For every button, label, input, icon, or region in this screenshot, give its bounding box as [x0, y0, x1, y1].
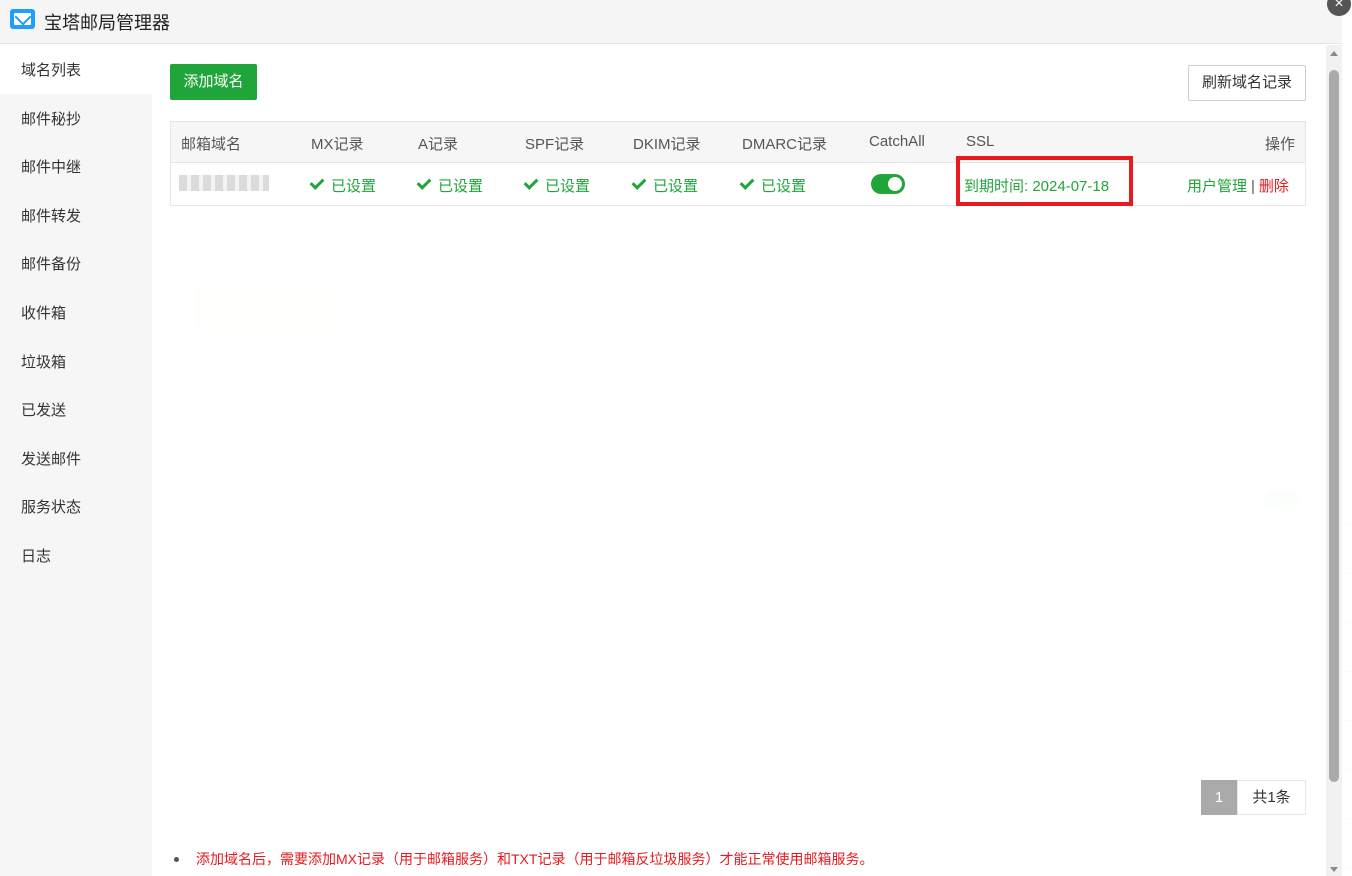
page-current[interactable]: 1 — [1201, 780, 1237, 815]
domain-name-redacted — [179, 175, 269, 195]
sidebar-item-domain-list[interactable]: 域名列表 — [0, 45, 152, 94]
sidebar-item-logs[interactable]: 日志 — [0, 531, 152, 580]
add-domain-button[interactable]: 添加域名 — [170, 64, 257, 100]
check-icon — [416, 175, 432, 190]
header-ssl: SSL — [966, 133, 995, 150]
header-catchall: CatchAll — [869, 133, 925, 150]
main-content: 添加域名 刷新域名记录 邮箱域名 MX记录 A记录 SPF记录 DKIM记录 D… — [152, 45, 1326, 876]
dkim-status: 已设置 — [631, 175, 698, 196]
row-actions: 用户管理 | 删除 — [1187, 175, 1289, 196]
header-mx: MX记录 — [311, 136, 364, 153]
sidebar-item-mail-forward[interactable]: 邮件转发 — [0, 191, 152, 240]
sidebar-item-service-status[interactable]: 服务状态 — [0, 482, 152, 531]
vertical-scrollbar[interactable] — [1326, 45, 1342, 876]
window-title: 宝塔邮局管理器 — [44, 13, 170, 33]
mail-manager-window: 宝塔邮局管理器 × 域名列表 邮件秘抄 邮件中继 邮件转发 邮件备份 收件箱 垃… — [0, 0, 1351, 876]
sidebar-item-mail-bcc[interactable]: 邮件秘抄 — [0, 94, 152, 143]
title-bar: 宝塔邮局管理器 — [0, 0, 1342, 44]
check-icon — [309, 175, 325, 190]
header-dmarc: DMARC记录 — [742, 136, 827, 153]
mx-status: 已设置 — [309, 175, 376, 196]
sidebar: 域名列表 邮件秘抄 邮件中继 邮件转发 邮件备份 收件箱 垃圾箱 已发送 发送邮… — [0, 45, 152, 876]
header-a: A记录 — [418, 136, 459, 153]
dmarc-status: 已设置 — [739, 175, 806, 196]
action-separator: | — [1251, 178, 1255, 195]
sidebar-item-inbox[interactable]: 收件箱 — [0, 288, 152, 337]
check-icon — [739, 175, 755, 190]
help-tip: 添加域名后，需要添加MX记录（用于邮箱服务）和TXT记录（用于邮箱反垃圾服务）才… — [173, 851, 874, 867]
check-icon — [523, 175, 539, 190]
pagination: 1 共1条 — [1201, 780, 1306, 815]
page-total: 共1条 — [1237, 780, 1306, 815]
header-domain: 邮箱域名 — [181, 136, 242, 153]
delete-link[interactable]: 删除 — [1259, 178, 1289, 195]
table-row: 已设置 已设置 已设置 已设置 已设置 到期时间: 2024-07-18 用户管… — [171, 156, 1305, 206]
user-management-link[interactable]: 用户管理 — [1187, 178, 1247, 195]
scroll-up-icon[interactable] — [1330, 51, 1338, 56]
domain-table: 邮箱域名 MX记录 A记录 SPF记录 DKIM记录 DMARC记录 Catch… — [170, 121, 1306, 206]
header-spf: SPF记录 — [525, 136, 585, 153]
spf-status: 已设置 — [523, 175, 590, 196]
sidebar-item-compose[interactable]: 发送邮件 — [0, 434, 152, 483]
header-ops: 操作 — [1265, 136, 1296, 153]
sidebar-item-mail-relay[interactable]: 邮件中继 — [0, 142, 152, 191]
scroll-thumb[interactable] — [1329, 70, 1339, 782]
ssl-expiry: 到期时间: 2024-07-18 — [964, 178, 1110, 195]
header-dkim: DKIM记录 — [633, 136, 701, 153]
check-icon — [631, 175, 647, 190]
table-header: 邮箱域名 MX记录 A记录 SPF记录 DKIM记录 DMARC记录 Catch… — [171, 122, 1305, 163]
sidebar-item-spam[interactable]: 垃圾箱 — [0, 337, 152, 386]
scroll-down-icon[interactable] — [1330, 867, 1338, 872]
sidebar-item-sent[interactable]: 已发送 — [0, 385, 152, 434]
catchall-toggle[interactable] — [871, 174, 905, 194]
mail-icon — [10, 9, 35, 29]
a-status: 已设置 — [416, 175, 483, 196]
sidebar-item-mail-backup[interactable]: 邮件备份 — [0, 239, 152, 288]
refresh-domain-records-button[interactable]: 刷新域名记录 — [1188, 65, 1306, 101]
